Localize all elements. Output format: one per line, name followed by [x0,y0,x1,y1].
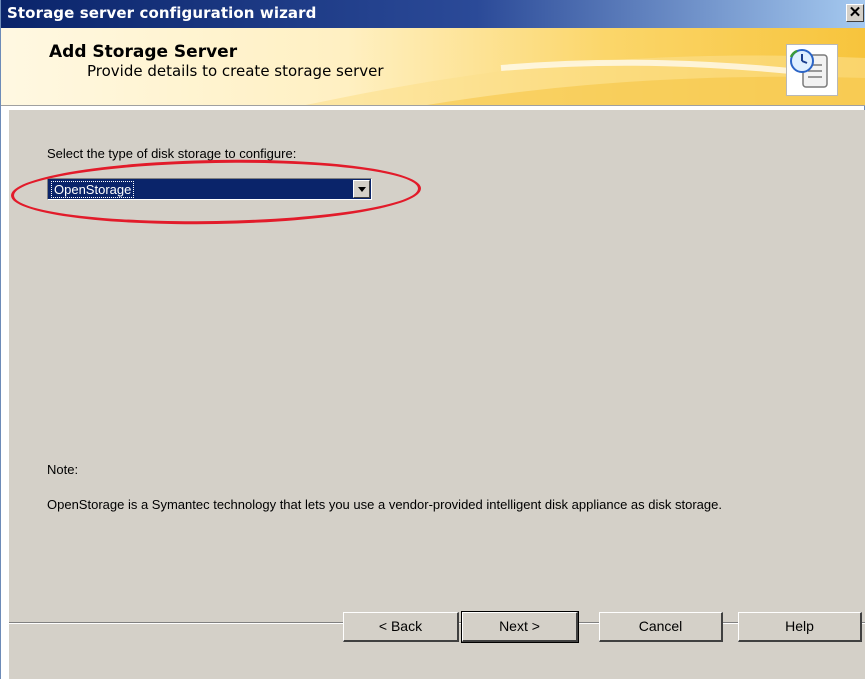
cancel-button[interactable]: Cancel [599,612,723,642]
note-text: OpenStorage is a Symantec technology tha… [47,497,722,512]
title-bar[interactable]: Storage server configuration wizard ✕ [1,0,865,28]
wizard-scroll-clock-icon [786,44,838,96]
wizard-content: Select the type of disk storage to confi… [9,110,865,622]
storage-type-label: Select the type of disk storage to confi… [47,146,297,161]
red-highlight-annotation [10,156,422,228]
close-button[interactable]: ✕ [846,4,864,22]
scroll-clock-icon [789,49,828,88]
window-title: Storage server configuration wizard [7,4,317,22]
note-label: Note: [47,462,79,477]
back-button[interactable]: < Back [343,612,459,642]
page-subtitle: Provide details to create storage server [87,62,384,80]
next-button[interactable]: Next > [461,611,579,643]
help-button[interactable]: Help [738,612,862,642]
wizard-header: Add Storage Server Provide details to cr… [1,28,865,106]
wizard-window: Storage server configuration wizard ✕ Ad… [0,0,865,679]
close-icon: ✕ [848,4,862,21]
page-title: Add Storage Server [49,42,238,62]
